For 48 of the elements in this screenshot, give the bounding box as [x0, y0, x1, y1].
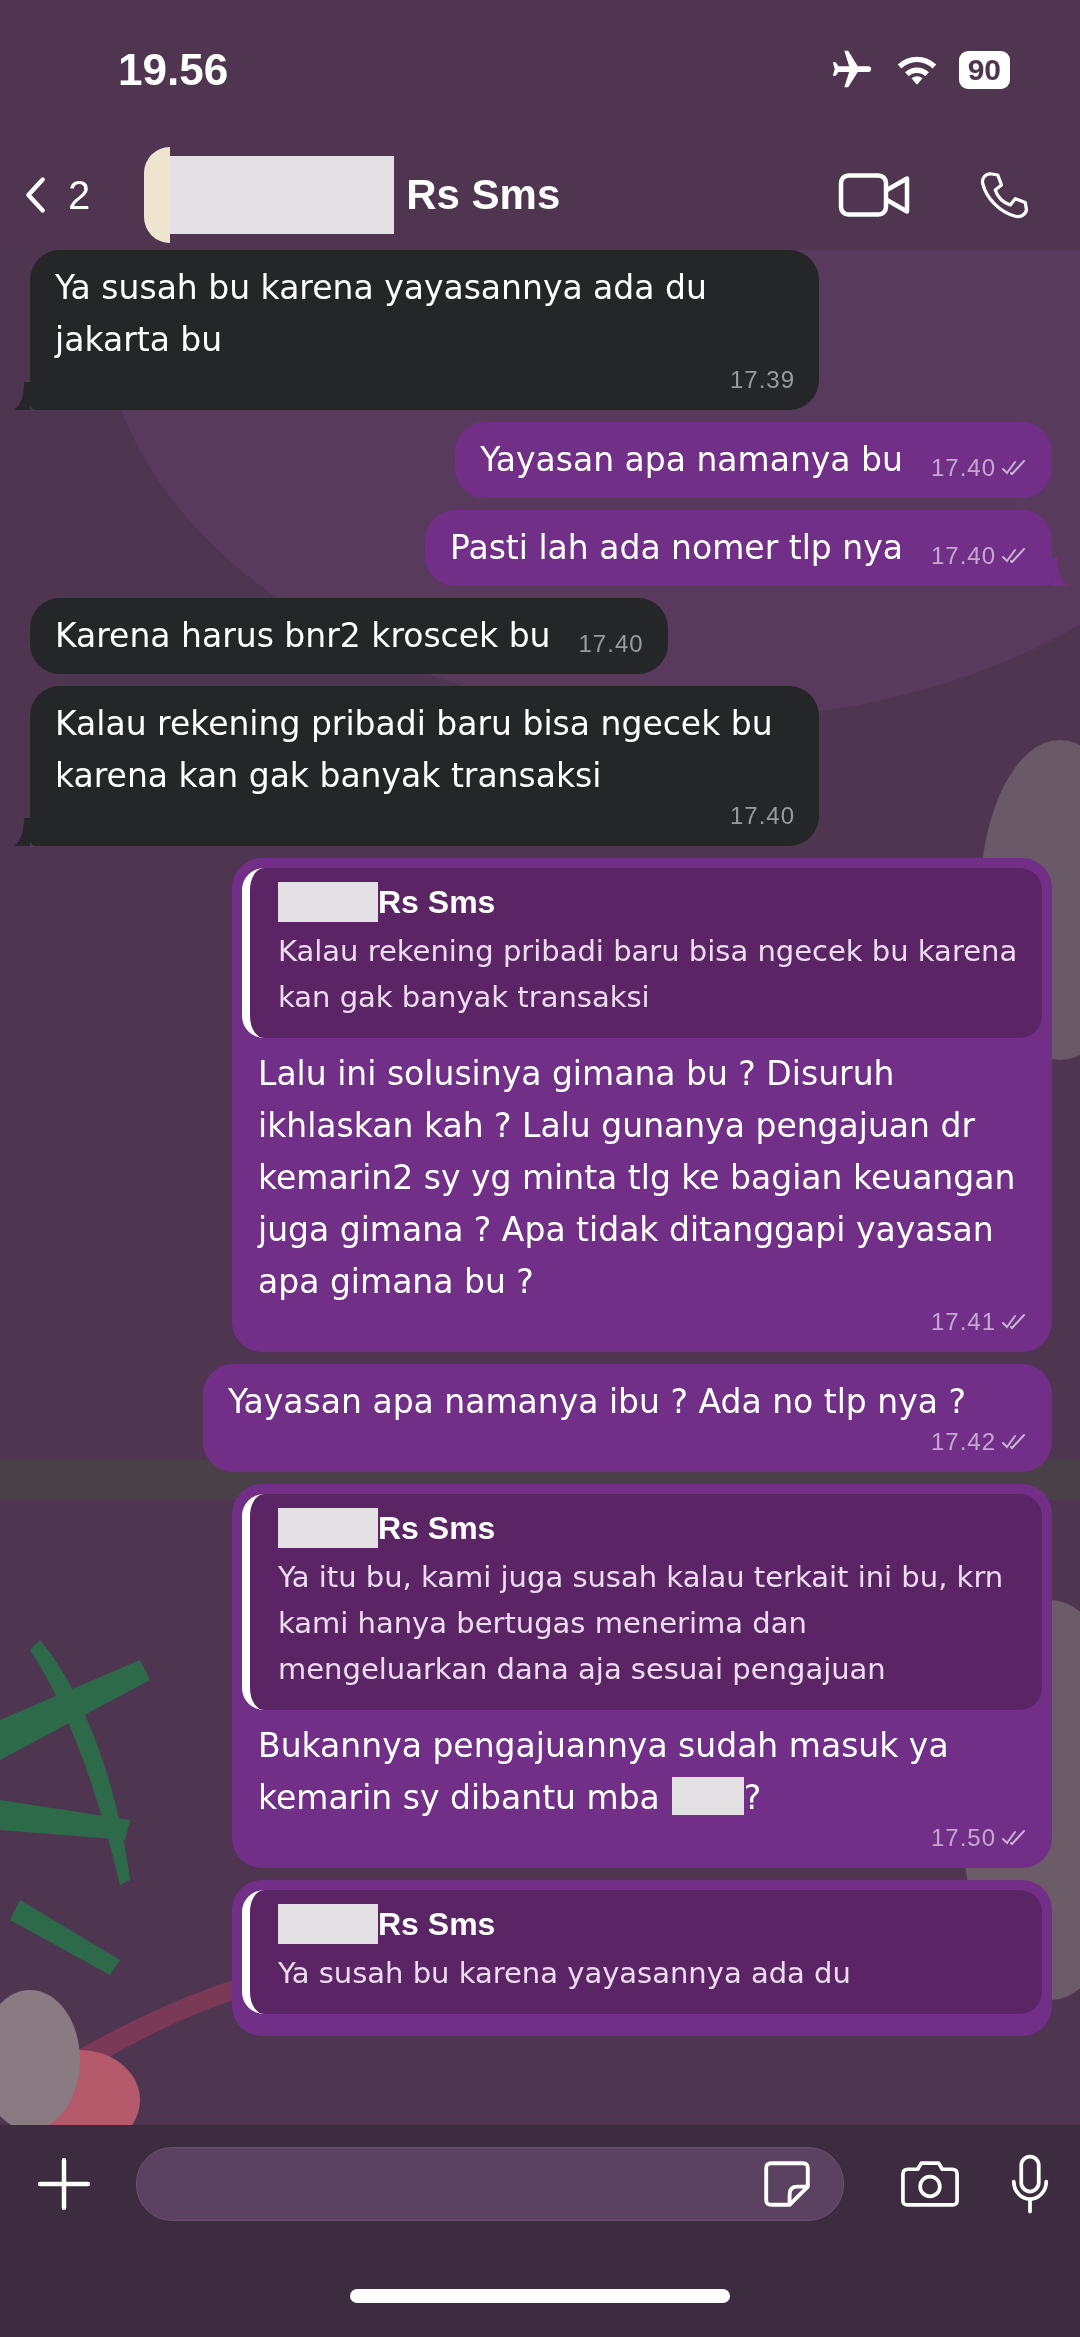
message-time: 17.41	[930, 1308, 996, 1336]
video-call-icon[interactable]	[838, 170, 910, 220]
message-time: 17.42	[930, 1428, 996, 1456]
bubble-tail	[14, 382, 30, 410]
quote-text: Ya susah bu karena yayasannya ada du	[278, 1955, 852, 1992]
message-text: Yayasan apa namanya bu	[480, 439, 903, 481]
message-text: Pasti lah ada nomer tlp nya	[450, 527, 903, 569]
message-time: 17.50	[930, 1824, 996, 1852]
message-bubble[interactable]: Rs Sms Ya itu bu, kami juga susah kalau terkait ini bu, krn kami hanya bertugas menerima dan mengeluarkan dana aja sesuai pengajuan Bukannya pengajuannya sudah masuk ya kemarin sy dibantu mba ? 17.50	[232, 1484, 1052, 1868]
status-time: 19.56	[118, 45, 229, 95]
sticker-icon[interactable]	[761, 2158, 813, 2210]
message-text: Ya susah bu karena yayasannya ada du jakarta bu	[55, 267, 708, 361]
message-text: Lalu ini solusinya gimana bu ? Disuruh ikhlaskan kah ? Lalu gunanya pengajuan dr kemarin2 sy yg minta tlg ke bagian keuangan juga gimana ? Apa tidak ditanggapi yayasan apa gimana bu ?	[258, 1053, 1017, 1303]
quote-text: Ya itu bu, kami juga susah kalau terkait ini bu, krn kami hanya bertugas menerima dan mengeluarkan dana aja sesuai pengajuan	[278, 1559, 1005, 1688]
back-button[interactable]: 2	[24, 172, 91, 218]
camera-icon[interactable]	[898, 2158, 962, 2210]
microphone-icon[interactable]	[1010, 2153, 1050, 2215]
avatar[interactable]	[144, 147, 171, 243]
message-bubble[interactable]: Kalau rekening pribadi baru bisa ngecek bu karena kan gak banyak transaksi 17.40	[30, 686, 819, 846]
reply-quote[interactable]: Rs Sms Ya susah bu karena yayasannya ada du	[242, 1890, 1042, 2014]
bubble-tail	[14, 818, 30, 846]
message-text: Bukannya pengajuannya sudah masuk ya kemarin sy dibantu mba ?	[258, 1725, 950, 1819]
message-bubble[interactable]: Ya susah bu karena yayasannya ada du jakarta bu 17.39	[30, 250, 819, 410]
message-bubble[interactable]: Yayasan apa namanya bu 17.40	[455, 422, 1052, 498]
bubble-tail	[1052, 558, 1068, 586]
message-bubble[interactable]	[232, 858, 1052, 1352]
reply-quote[interactable]: Rs Sms Kalau rekening pribadi baru bisa ngecek bu karena kan gak banyak transaksi	[242, 868, 1042, 1038]
message-text: Kalau rekening pribadi baru bisa ngecek bu karena kan gak banyak transaksi	[55, 703, 774, 797]
message-time: 17.40	[578, 630, 644, 658]
message-time: 17.40	[930, 542, 996, 570]
quote-author: Rs Sms	[378, 1905, 496, 1943]
message-bubble[interactable]: Pasti lah ada nomer tlp nya 17.40	[425, 510, 1052, 586]
message-text: Karena harus bnr2 kroscek bu	[55, 615, 551, 657]
message-bubble[interactable]: Yayasan apa namanya ibu ? Ada no tlp nya ? 17.42	[203, 1364, 1052, 1472]
message-time: 17.40	[729, 802, 795, 830]
reply-quote[interactable]: Rs Sms Ya itu bu, kami juga susah kalau terkait ini bu, krn kami hanya bertugas menerima dan mengeluarkan dana aja sesuai pengajuan	[242, 1494, 1042, 1710]
message-bubble[interactable]: Karena harus bnr2 kroscek bu 17.40	[30, 598, 668, 674]
message-time: 17.40	[930, 454, 996, 482]
message-text: Yayasan apa namanya ibu ? Ada no tlp nya ?	[228, 1381, 967, 1423]
message-bubble[interactable]: Rs Sms Ya susah bu karena yayasannya ada du	[232, 1880, 1052, 2036]
battery-level: 90	[958, 51, 1010, 89]
quote-author: Rs Sms	[378, 883, 496, 921]
message-time: 17.39	[729, 366, 795, 394]
quote-author: Rs Sms	[378, 1509, 496, 1547]
chevron-icon	[24, 176, 46, 214]
attach-icon[interactable]	[36, 2156, 92, 2212]
quote-text: Kalau rekening pribadi baru bisa ngecek bu karena kan gak banyak transaksi	[278, 933, 1018, 1016]
chat-title: Rs Sms	[406, 171, 561, 219]
